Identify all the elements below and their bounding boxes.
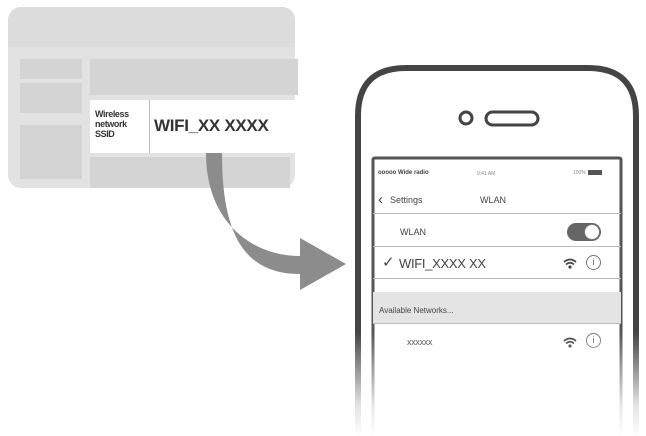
wlan-toggle-row: WLAN <box>373 218 621 247</box>
connected-network-row[interactable]: ✓ WIFI_XXXX XX i <box>373 248 621 279</box>
toggle-knob <box>584 224 600 240</box>
back-chevron-icon[interactable]: ‹ <box>378 191 383 208</box>
wlan-row-label: WLAN <box>400 227 427 237</box>
earpiece-speaker <box>484 110 540 127</box>
bottom-fade-overlay <box>340 332 646 436</box>
available-networks-label: Available Networks... <box>379 306 454 315</box>
wifi-signal-icon <box>563 258 577 269</box>
connected-network-name: WIFI_XXXX XX <box>399 256 486 271</box>
front-camera-icon <box>458 110 474 126</box>
page-title: WLAN <box>480 195 507 205</box>
battery-indicator: 100% <box>573 170 602 176</box>
status-bar: ooooo Wide radio 9:41 AM 100% <box>373 158 621 184</box>
back-button[interactable]: Settings <box>390 195 423 205</box>
battery-percent: 100% <box>573 170 586 176</box>
available-networks-header: Available Networks... <box>373 292 621 324</box>
battery-icon <box>587 170 602 176</box>
carrier-label: ooooo Wide radio <box>378 170 429 176</box>
wlan-toggle-switch[interactable] <box>567 223 601 241</box>
info-icon[interactable]: i <box>586 255 601 270</box>
checkmark-icon: ✓ <box>382 254 395 271</box>
navigation-bar: ‹ Settings WLAN <box>373 187 621 214</box>
status-clock: 9:41 AM <box>477 171 496 177</box>
